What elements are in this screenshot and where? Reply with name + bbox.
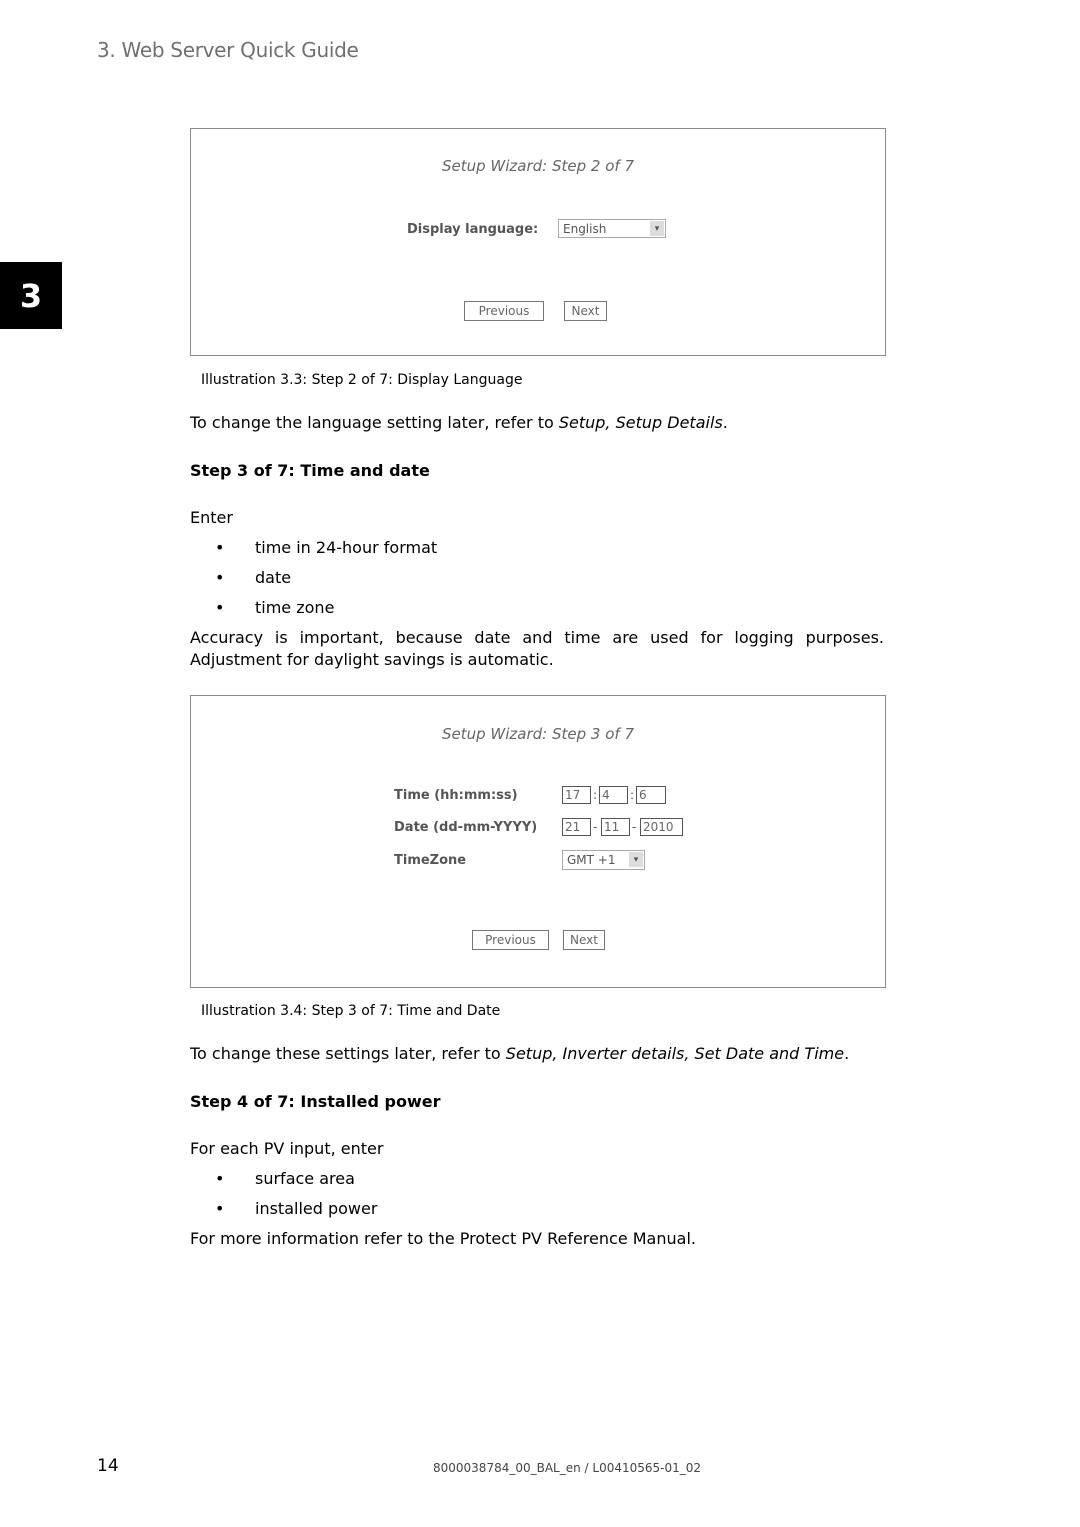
list-item: • time zone xyxy=(215,598,335,617)
step3-intro: Enter xyxy=(190,508,233,527)
year-input[interactable]: 2010 xyxy=(640,818,683,836)
timezone-label: TimeZone xyxy=(394,853,467,868)
reference-link: Setup, Inverter details, Set Date and Ti… xyxy=(505,1044,845,1063)
wizard-title: Setup Wizard: Step 2 of 7 xyxy=(441,157,634,175)
accuracy-paragraph: Accuracy is important, because date and … xyxy=(190,628,884,669)
chapter-header: 3. Web Server Quick Guide xyxy=(97,38,359,62)
reference-link: Setup, Setup Details xyxy=(558,413,723,432)
document-id: 8000038784_00_BAL_en / L00410565-01_02 xyxy=(433,1461,702,1475)
chevron-down-icon: ▾ xyxy=(629,852,643,867)
list-item: • surface area xyxy=(215,1169,355,1188)
paragraph-language-note: To change the language setting later, re… xyxy=(190,413,728,432)
reference-paragraph: For more information refer to the Protec… xyxy=(190,1229,696,1248)
chapter-tab: 3 xyxy=(0,262,62,329)
timezone-value: GMT +1 xyxy=(567,853,616,867)
display-language-label: Display language: xyxy=(407,222,539,237)
list-item: • time in 24-hour format xyxy=(215,538,438,557)
time-label: Time (hh:mm:ss) xyxy=(394,788,518,803)
step4-heading: Step 4 of 7: Installed power xyxy=(190,1092,441,1111)
illustration-caption: Illustration 3.4: Step 3 of 7: Time and … xyxy=(201,1003,501,1019)
previous-button[interactable]: Previous xyxy=(464,301,544,321)
illustration-caption: Illustration 3.3: Step 2 of 7: Display L… xyxy=(201,372,523,388)
next-button[interactable]: Next xyxy=(564,301,607,321)
next-button[interactable]: Next xyxy=(563,930,605,950)
chevron-down-icon: ▾ xyxy=(650,221,664,236)
list-item: • date xyxy=(215,568,292,587)
day-input[interactable]: 21 xyxy=(562,818,591,836)
second-input[interactable]: 6 xyxy=(636,786,666,804)
step4-intro: For each PV input, enter xyxy=(190,1139,384,1158)
wizard-step3-screenshot: Setup Wizard: Step 3 of 7 Time (hh:mm:ss… xyxy=(190,695,886,988)
previous-button[interactable]: Previous xyxy=(472,930,549,950)
display-language-select[interactable]: English ▾ xyxy=(558,219,666,238)
display-language-value: English xyxy=(563,222,607,236)
month-input[interactable]: 11 xyxy=(601,818,630,836)
list-item: • installed power xyxy=(215,1199,378,1218)
paragraph-time-note: To change these settings later, refer to… xyxy=(190,1044,850,1063)
step3-heading: Step 3 of 7: Time and date xyxy=(190,461,430,480)
timezone-select[interactable]: GMT +1 ▾ xyxy=(562,850,645,870)
hour-input[interactable]: 17 xyxy=(562,786,591,804)
page-number: 14 xyxy=(97,1456,119,1476)
date-label: Date (dd-mm-YYYY) xyxy=(394,820,538,835)
minute-input[interactable]: 4 xyxy=(599,786,628,804)
wizard-title: Setup Wizard: Step 3 of 7 xyxy=(441,725,634,743)
wizard-step2-screenshot: Setup Wizard: Step 2 of 7 Display langua… xyxy=(190,128,886,356)
